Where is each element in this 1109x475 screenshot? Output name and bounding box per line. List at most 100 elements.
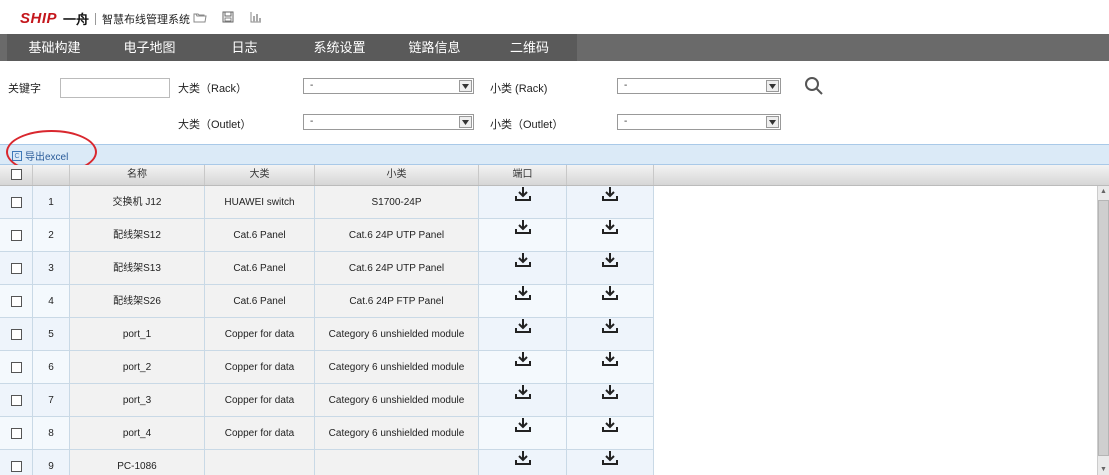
- nav-item-basic-build[interactable]: 基础构建: [7, 34, 102, 61]
- outlet-major-label: 大类（Outlet）: [178, 119, 252, 131]
- header-major[interactable]: 大类: [205, 165, 315, 185]
- download-icon[interactable]: [601, 217, 619, 250]
- keyword-input[interactable]: [60, 78, 170, 98]
- download-icon[interactable]: [601, 415, 619, 448]
- port-download-cell[interactable]: [479, 318, 567, 351]
- select-all-checkbox[interactable]: [10, 168, 22, 180]
- row-checkbox[interactable]: [10, 460, 22, 472]
- download-icon[interactable]: [601, 250, 619, 283]
- port-download-cell[interactable]: [479, 285, 567, 318]
- row-checkbox-cell[interactable]: [0, 186, 33, 219]
- row-checkbox[interactable]: [10, 394, 22, 406]
- scroll-up-icon[interactable]: ▲: [1098, 186, 1109, 197]
- table-row[interactable]: 8 port_4 Copper for data Category 6 unshiel…: [0, 417, 654, 450]
- row-checkbox-cell[interactable]: [0, 219, 33, 252]
- header-minor[interactable]: 小类: [315, 165, 479, 185]
- port-download-cell[interactable]: [479, 351, 567, 384]
- download-icon[interactable]: [514, 283, 532, 316]
- save-icon[interactable]: [220, 9, 236, 25]
- row-checkbox[interactable]: [10, 196, 22, 208]
- row-checkbox[interactable]: [10, 427, 22, 439]
- port-download-cell[interactable]: [479, 252, 567, 285]
- download-icon[interactable]: [514, 349, 532, 382]
- download-icon[interactable]: [514, 316, 532, 349]
- action-download-cell[interactable]: [567, 252, 654, 285]
- download-icon[interactable]: [601, 186, 619, 217]
- row-checkbox-cell[interactable]: [0, 318, 33, 351]
- table-row[interactable]: 5 port_1 Copper for data Category 6 unshiel…: [0, 318, 654, 351]
- row-checkbox-cell[interactable]: [0, 450, 33, 475]
- header-name[interactable]: 名称: [70, 165, 205, 185]
- header-port[interactable]: 端口: [479, 165, 567, 185]
- download-icon[interactable]: [514, 217, 532, 250]
- table-row[interactable]: 4 配线架S26 Cat.6 Panel Cat.6 24P FTP Panel: [0, 285, 654, 318]
- scrollbar-thumb[interactable]: [1098, 200, 1109, 456]
- row-checkbox-cell[interactable]: [0, 351, 33, 384]
- chevron-down-icon[interactable]: [459, 80, 472, 92]
- download-icon[interactable]: [514, 186, 532, 217]
- outlet-major-select[interactable]: -: [303, 114, 474, 130]
- row-checkbox[interactable]: [10, 229, 22, 241]
- row-checkbox[interactable]: [10, 328, 22, 340]
- download-icon[interactable]: [601, 448, 619, 475]
- action-download-cell[interactable]: [567, 285, 654, 318]
- vertical-scrollbar[interactable]: ▲ ▼: [1097, 186, 1109, 475]
- rack-major-select[interactable]: -: [303, 78, 474, 94]
- row-checkbox[interactable]: [10, 295, 22, 307]
- row-checkbox[interactable]: [10, 361, 22, 373]
- bar-chart-icon[interactable]: [248, 9, 264, 25]
- port-download-cell[interactable]: [479, 186, 567, 219]
- download-icon[interactable]: [514, 382, 532, 415]
- download-icon[interactable]: [514, 448, 532, 475]
- table-row[interactable]: 6 port_2 Copper for data Category 6 unshiel…: [0, 351, 654, 384]
- row-checkbox-cell[interactable]: [0, 417, 33, 450]
- header-select-all[interactable]: [0, 165, 33, 185]
- nav-item-log[interactable]: 日志: [197, 34, 292, 61]
- download-icon[interactable]: [601, 349, 619, 382]
- table-row[interactable]: 1 交换机 J12 HUAWEI switch S1700-24P: [0, 186, 654, 219]
- rack-minor-select[interactable]: -: [617, 78, 781, 94]
- row-checkbox-cell[interactable]: [0, 285, 33, 318]
- row-minor: Category 6 unshielded module: [315, 351, 479, 384]
- row-checkbox-cell[interactable]: [0, 384, 33, 417]
- row-minor: S1700-24P: [315, 186, 479, 219]
- row-checkbox-cell[interactable]: [0, 252, 33, 285]
- download-icon[interactable]: [514, 415, 532, 448]
- outlet-minor-select[interactable]: -: [617, 114, 781, 130]
- download-icon[interactable]: [601, 316, 619, 349]
- export-excel-label: 导出excel: [25, 152, 69, 163]
- table-row[interactable]: 2 配线架S12 Cat.6 Panel Cat.6 24P UTP Panel: [0, 219, 654, 252]
- scroll-down-icon[interactable]: ▼: [1098, 464, 1109, 475]
- port-download-cell[interactable]: [479, 450, 567, 475]
- action-download-cell[interactable]: [567, 351, 654, 384]
- action-download-cell[interactable]: [567, 186, 654, 219]
- folder-icon[interactable]: [192, 9, 208, 25]
- row-name: 配线架S13: [70, 252, 205, 285]
- action-download-cell[interactable]: [567, 318, 654, 351]
- nav-item-system-settings[interactable]: 系统设置: [292, 34, 387, 61]
- row-checkbox[interactable]: [10, 262, 22, 274]
- table-row[interactable]: 7 port_3 Copper for data Category 6 unshiel…: [0, 384, 654, 417]
- action-download-cell[interactable]: [567, 219, 654, 252]
- download-icon[interactable]: [514, 250, 532, 283]
- download-icon[interactable]: [601, 283, 619, 316]
- port-download-cell[interactable]: [479, 219, 567, 252]
- nav-item-e-map[interactable]: 电子地图: [102, 34, 197, 61]
- export-excel-button[interactable]: C 导出excel: [12, 148, 68, 163]
- nav-item-link-info[interactable]: 链路信息: [387, 34, 482, 61]
- port-download-cell[interactable]: [479, 417, 567, 450]
- chevron-down-icon[interactable]: [766, 116, 779, 128]
- action-download-cell[interactable]: [567, 417, 654, 450]
- nav-items: 基础构建 电子地图 日志 系统设置 链路信息 二维码: [7, 34, 577, 61]
- table-row[interactable]: 3 配线架S13 Cat.6 Panel Cat.6 24P UTP Panel: [0, 252, 654, 285]
- action-download-cell[interactable]: [567, 450, 654, 475]
- action-download-cell[interactable]: [567, 384, 654, 417]
- row-name: 配线架S12: [70, 219, 205, 252]
- chevron-down-icon[interactable]: [459, 116, 472, 128]
- chevron-down-icon[interactable]: [766, 80, 779, 92]
- nav-item-qr-code[interactable]: 二维码: [482, 34, 577, 61]
- table-row[interactable]: 9 PC-1086: [0, 450, 654, 475]
- search-icon[interactable]: [804, 76, 824, 96]
- port-download-cell[interactable]: [479, 384, 567, 417]
- download-icon[interactable]: [601, 382, 619, 415]
